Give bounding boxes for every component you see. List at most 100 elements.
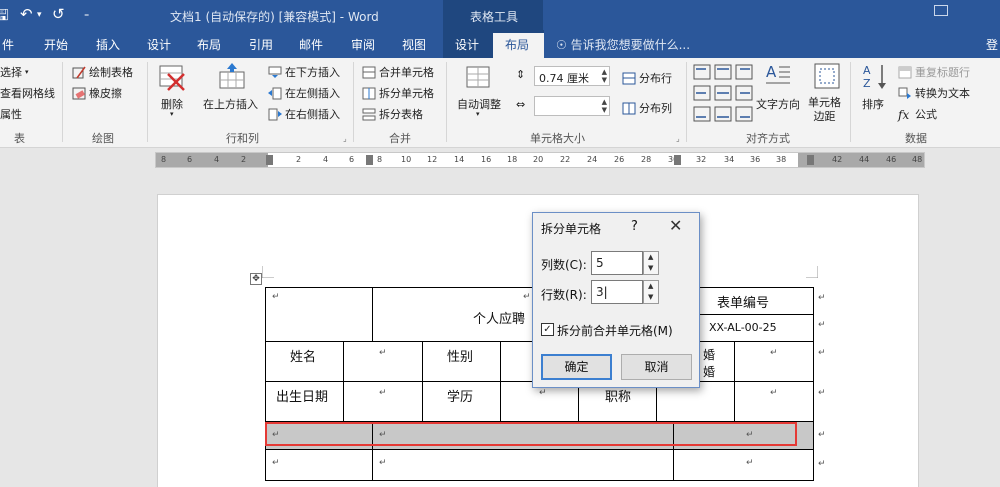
- column-marker[interactable]: [674, 155, 681, 165]
- spin-up-icon[interactable]: ▲: [648, 253, 653, 261]
- insert-right-button[interactable]: 在右侧插入: [268, 106, 340, 122]
- repeat-header-rows-button[interactable]: 重复标题行: [898, 64, 970, 80]
- text-direction-button[interactable]: 文字方向: [756, 96, 800, 112]
- ruler-label: 6: [187, 155, 193, 164]
- spin-up-icon[interactable]: ▲: [648, 282, 653, 290]
- tab-references[interactable]: 引用: [249, 36, 273, 53]
- table-cell[interactable]: XX-AL-00-25: [696, 314, 814, 342]
- save-icon[interactable]: 🖫: [0, 5, 9, 30]
- tab-table-layout[interactable]: 布局: [493, 33, 544, 58]
- tell-me-text: 告诉我您想要做什么...: [570, 38, 691, 52]
- delete-dropdown-icon[interactable]: ▾: [170, 110, 174, 118]
- ok-button[interactable]: 确定: [541, 354, 612, 380]
- sign-in-link[interactable]: 登: [986, 36, 998, 53]
- cancel-label: 取消: [644, 360, 669, 374]
- tab-mailings[interactable]: 邮件: [299, 36, 323, 53]
- table-cell[interactable]: ↵: [734, 341, 814, 382]
- text-direction-icon[interactable]: A: [763, 62, 791, 90]
- cell-margins-button[interactable]: 单元格 边距: [808, 96, 841, 124]
- table-cell[interactable]: ↵: [343, 341, 423, 382]
- spin-down-icon[interactable]: ▼: [648, 293, 653, 301]
- cell-margins-icon[interactable]: [813, 62, 841, 90]
- table-cell[interactable]: ↵: [265, 287, 373, 342]
- tab-insert[interactable]: 插入: [96, 36, 120, 53]
- tab-table-design[interactable]: 设计: [455, 36, 479, 53]
- ruler-label: 34: [724, 155, 735, 164]
- split-cells-button[interactable]: 拆分单元格: [362, 85, 434, 101]
- row-height-input[interactable]: 0.74 厘米 ▲ ▼: [534, 66, 610, 86]
- tab-file[interactable]: 件: [2, 36, 14, 53]
- horizontal-ruler[interactable]: 8 6 4 2 2 4 6 8 10 12 14 16 18 20 22 24 …: [155, 152, 925, 168]
- dialog-launcher-icon[interactable]: ⌟: [676, 134, 680, 143]
- rows-input[interactable]: 3|: [591, 280, 643, 304]
- view-gridlines-button[interactable]: 查看网格线: [0, 85, 55, 101]
- sort-icon[interactable]: AZ: [862, 62, 890, 90]
- columns-input[interactable]: 5: [591, 251, 643, 275]
- merge-cells-button[interactable]: 合并单元格: [362, 64, 434, 80]
- convert-to-text-button[interactable]: 转换为文本: [898, 85, 970, 101]
- table-cell[interactable]: 表单编号: [696, 287, 814, 315]
- properties-button[interactable]: 属性: [0, 106, 22, 122]
- tell-me-search[interactable]: ☉ 告诉我您想要做什么...: [556, 36, 690, 53]
- properties-label: 属性: [0, 108, 22, 121]
- table-move-handle-icon[interactable]: ✥: [250, 273, 262, 285]
- table-cell[interactable]: ↵: [372, 449, 674, 481]
- split-table-button[interactable]: 拆分表格: [362, 106, 423, 122]
- form-title: 个人应聘: [473, 312, 526, 327]
- column-width-input[interactable]: ▲ ▼: [534, 96, 610, 116]
- table-group-label: 表: [14, 132, 25, 145]
- tab-review[interactable]: 审阅: [351, 36, 375, 53]
- table-cell[interactable]: 姓名: [265, 341, 344, 382]
- column-marker[interactable]: [807, 155, 814, 165]
- tab-view[interactable]: 视图: [402, 36, 426, 53]
- undo-dropdown-icon[interactable]: ▾: [37, 10, 42, 20]
- eraser-button[interactable]: 橡皮擦: [72, 85, 122, 101]
- customize-toolbar-icon[interactable]: ₌: [84, 9, 89, 20]
- table-cell[interactable]: ↵: [343, 381, 423, 422]
- table-cell[interactable]: ↵: [734, 381, 814, 422]
- insert-above-button[interactable]: 在上方插入: [203, 96, 258, 112]
- insert-above-icon[interactable]: [218, 62, 246, 90]
- undo-icon[interactable]: ↶: [20, 5, 33, 23]
- cancel-button[interactable]: 取消: [621, 354, 692, 380]
- row-height-spinner-icon[interactable]: ▲ ▼: [602, 68, 607, 84]
- indent-marker[interactable]: [266, 155, 273, 165]
- table-cell[interactable]: ↵: [265, 449, 373, 481]
- column-marker[interactable]: [366, 155, 373, 165]
- table-cell[interactable]: ↵: [673, 449, 814, 481]
- table-cell[interactable]: 学历: [422, 381, 501, 422]
- rows-spinner[interactable]: ▲ ▼: [643, 280, 659, 304]
- distribute-rows-button[interactable]: 分布行: [622, 70, 672, 86]
- column-width-spinner-icon[interactable]: ▲ ▼: [602, 98, 607, 114]
- document-title: 文档1 (自动保存的) [兼容模式] - Word: [170, 10, 379, 24]
- delete-icon[interactable]: [158, 64, 186, 92]
- tab-home[interactable]: 开始: [44, 36, 68, 53]
- sort-button[interactable]: 排序: [862, 96, 884, 112]
- birth-date-label: 出生日期: [276, 390, 329, 405]
- ruler-label: 18: [507, 155, 518, 164]
- table-cell[interactable]: 出生日期: [265, 381, 344, 422]
- formula-button[interactable]: fx 公式: [898, 106, 937, 122]
- table-cell[interactable]: 性别: [422, 341, 501, 382]
- insert-left-button[interactable]: 在左侧插入: [268, 85, 340, 101]
- merge-before-split-checkbox[interactable]: ✓: [541, 323, 554, 336]
- alignment-grid-icons[interactable]: [693, 64, 753, 122]
- autofit-icon[interactable]: [464, 64, 492, 92]
- highlight-annotation-box: [265, 422, 797, 446]
- select-button[interactable]: 选择 ▾: [0, 64, 29, 80]
- dropdown-arrow-icon: ▾: [25, 68, 29, 76]
- group-divider: [62, 62, 63, 142]
- ribbon-display-options-icon[interactable]: [934, 5, 948, 16]
- distribute-columns-button[interactable]: 分布列: [622, 100, 672, 116]
- dialog-launcher-icon[interactable]: ⌟: [343, 134, 347, 143]
- spin-down-icon[interactable]: ▼: [648, 264, 653, 272]
- columns-spinner[interactable]: ▲ ▼: [643, 251, 659, 275]
- autofit-dropdown-icon[interactable]: ▾: [476, 110, 480, 118]
- close-icon[interactable]: ✕: [669, 216, 682, 235]
- tab-design[interactable]: 设计: [147, 36, 171, 53]
- insert-below-button[interactable]: 在下方插入: [268, 64, 340, 80]
- draw-table-button[interactable]: 绘制表格: [72, 64, 133, 80]
- tab-layout[interactable]: 布局: [197, 36, 221, 53]
- help-icon[interactable]: ?: [631, 219, 638, 234]
- redo-icon[interactable]: ↺: [52, 5, 65, 23]
